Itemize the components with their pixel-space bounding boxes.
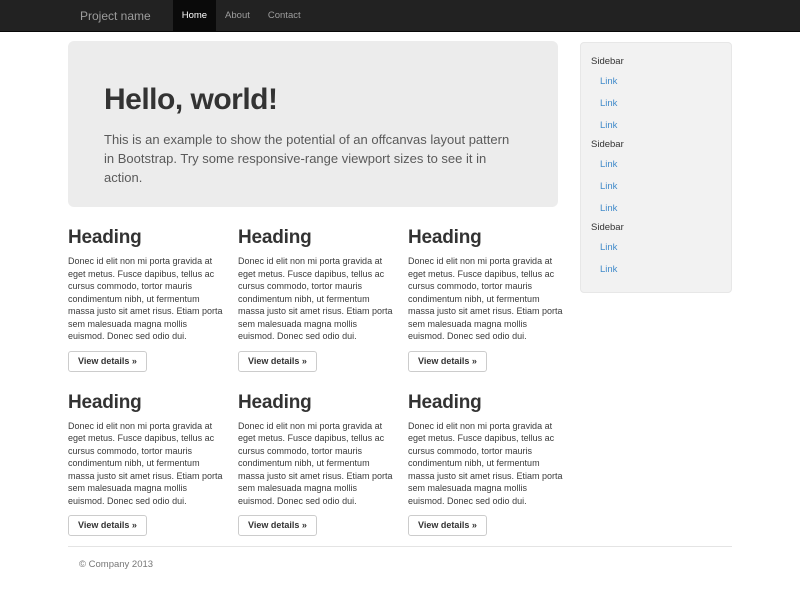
card-heading: Heading xyxy=(68,392,225,414)
sidebar-group-title: Sidebar xyxy=(581,219,731,236)
card-body-text: Donec id elit non mi porta gravida at eg… xyxy=(68,255,225,343)
sidebar-group-title: Sidebar xyxy=(581,136,731,153)
view-details-button[interactable]: View details » xyxy=(238,515,317,536)
card-body-text: Donec id elit non mi porta gravida at eg… xyxy=(68,420,225,508)
card-heading: Heading xyxy=(238,392,395,414)
card-body-text: Donec id elit non mi porta gravida at eg… xyxy=(408,255,565,343)
navbar-menu: Home About Contact xyxy=(173,0,310,31)
sidebar: Sidebar Link Link Link Sidebar Link Link… xyxy=(580,42,732,293)
sidebar-group-3: Sidebar Link Link xyxy=(581,219,731,280)
jumbotron: Hello, world! This is an example to show… xyxy=(68,41,558,207)
view-details-button[interactable]: View details » xyxy=(68,515,147,536)
content-card-6: Heading Donec id elit non mi porta gravi… xyxy=(408,372,565,537)
main-content: Hello, world! This is an example to show… xyxy=(68,32,566,536)
content-card-2: Heading Donec id elit non mi porta gravi… xyxy=(238,207,395,372)
sidebar-link[interactable]: Link xyxy=(581,175,731,197)
navbar-container: Project name Home About Contact xyxy=(68,0,732,31)
sidebar-group-title: Sidebar xyxy=(581,53,731,70)
view-details-button[interactable]: View details » xyxy=(238,351,317,372)
sidebar-link[interactable]: Link xyxy=(581,70,731,92)
nav-item-about[interactable]: About xyxy=(216,0,259,31)
jumbotron-description: This is an example to show the potential… xyxy=(104,130,522,187)
footer-divider xyxy=(68,546,732,547)
content-card-3: Heading Donec id elit non mi porta gravi… xyxy=(408,207,565,372)
view-details-button[interactable]: View details » xyxy=(408,351,487,372)
sidebar-link[interactable]: Link xyxy=(581,92,731,114)
content-card-1: Heading Donec id elit non mi porta gravi… xyxy=(68,207,225,372)
card-body-text: Donec id elit non mi porta gravida at eg… xyxy=(238,255,395,343)
content-card-5: Heading Donec id elit non mi porta gravi… xyxy=(238,372,395,537)
page-title: Hello, world! xyxy=(104,83,522,117)
card-heading: Heading xyxy=(238,227,395,249)
content-card-4: Heading Donec id elit non mi porta gravi… xyxy=(68,372,225,537)
sidebar-link[interactable]: Link xyxy=(581,258,731,280)
card-body-text: Donec id elit non mi porta gravida at eg… xyxy=(408,420,565,508)
cards-grid: Heading Donec id elit non mi porta gravi… xyxy=(68,207,566,536)
nav-item-contact[interactable]: Contact xyxy=(259,0,310,31)
sidebar-group-2: Sidebar Link Link Link xyxy=(581,136,731,219)
sidebar-link[interactable]: Link xyxy=(581,197,731,219)
card-heading: Heading xyxy=(68,227,225,249)
page-container: Hello, world! This is an example to show… xyxy=(68,32,732,570)
brand-link[interactable]: Project name xyxy=(68,0,163,31)
sidebar-link[interactable]: Link xyxy=(581,114,731,136)
card-body-text: Donec id elit non mi porta gravida at eg… xyxy=(238,420,395,508)
top-navbar: Project name Home About Contact xyxy=(0,0,800,32)
sidebar-link[interactable]: Link xyxy=(581,153,731,175)
view-details-button[interactable]: View details » xyxy=(408,515,487,536)
card-heading: Heading xyxy=(408,392,565,414)
footer-copyright: © Company 2013 xyxy=(79,559,732,570)
sidebar-group-1: Sidebar Link Link Link xyxy=(581,53,731,136)
card-heading: Heading xyxy=(408,227,565,249)
view-details-button[interactable]: View details » xyxy=(68,351,147,372)
nav-item-home[interactable]: Home xyxy=(173,0,216,31)
sidebar-link[interactable]: Link xyxy=(581,236,731,258)
